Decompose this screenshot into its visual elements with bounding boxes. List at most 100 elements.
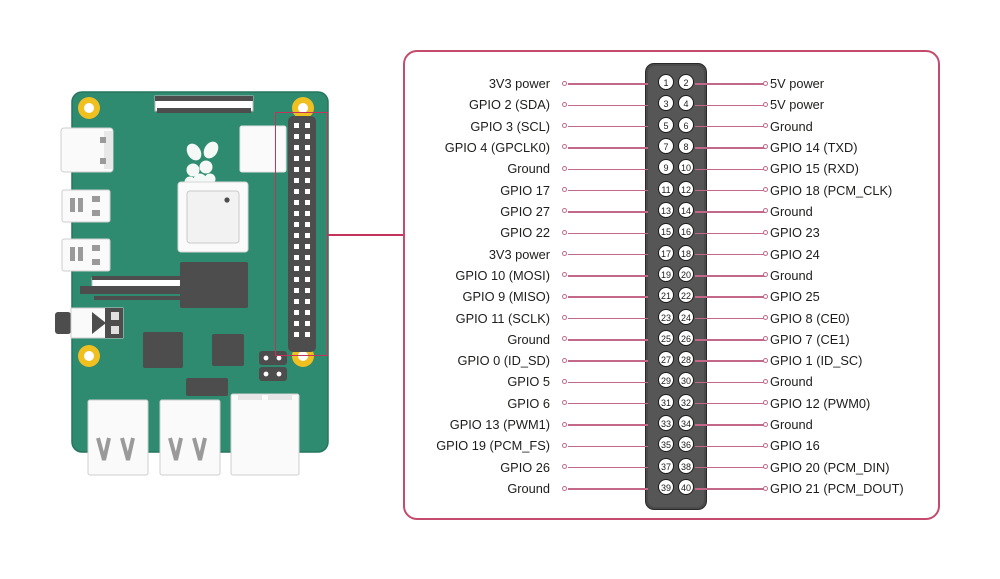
pin-dot-left — [562, 229, 567, 235]
pin-dot-right — [763, 187, 768, 193]
pin-number-even: 32 — [678, 393, 694, 410]
pin-lead-right — [695, 232, 765, 234]
av-jack-port — [55, 307, 124, 339]
pin-label-left: Ground — [507, 161, 550, 177]
pin-number-odd: 23 — [658, 308, 674, 325]
pin-dot-left — [562, 293, 567, 299]
micro-hdmi-port-1 — [61, 238, 111, 272]
pin-label-right: Ground — [770, 118, 813, 134]
pin-dot-left — [562, 123, 567, 129]
pin-number-even: 40 — [678, 479, 694, 496]
usb-2-ports — [87, 399, 149, 476]
pin-number-odd: 7 — [658, 137, 674, 154]
pin-number-odd: 21 — [658, 287, 674, 304]
pin-lead-left — [568, 488, 648, 490]
pin-number-even: 24 — [678, 308, 694, 325]
pin-lead-right — [695, 275, 765, 277]
pin-lead-left — [568, 253, 648, 256]
pin-label-right: GPIO 24 — [770, 246, 820, 262]
pin-number-even: 30 — [678, 372, 694, 389]
pin-dot-left — [562, 442, 567, 448]
pin-dot-left — [562, 80, 567, 86]
pin-lead-right — [695, 445, 765, 448]
pin-dot-left — [562, 208, 567, 214]
pin-number-pair: 9 10 — [648, 159, 704, 179]
pin-dot-left — [562, 336, 567, 342]
pin-label-right: GPIO 25 — [770, 289, 820, 305]
pin-number-even: 12 — [678, 180, 694, 197]
pin-label-right: 5V power — [770, 97, 825, 113]
pin-dot-right — [763, 229, 768, 235]
pin-number-odd: 13 — [658, 201, 674, 218]
pin-lead-right — [695, 125, 765, 128]
pin-number-pair: 11 12 — [648, 180, 704, 201]
pin-number-odd: 9 — [658, 159, 674, 176]
pin-label-left: GPIO 0 (ID_SD) — [457, 353, 550, 369]
pin-label-left: GPIO 11 (SCLK) — [455, 310, 550, 326]
pin-label-left: GPIO 13 (PWM1) — [449, 417, 550, 433]
pin-lead-left — [568, 104, 648, 106]
pin-label-right: Ground — [770, 203, 813, 219]
pin-lead-left — [568, 232, 648, 234]
pin-label-left: GPIO 22 — [500, 225, 550, 241]
usb-controller-chip — [143, 332, 183, 368]
pin-lead-right — [695, 189, 765, 192]
pin-lead-left — [568, 147, 648, 149]
pin-dot-left — [562, 357, 567, 363]
pin-label-right: GPIO 12 (PWM0) — [770, 395, 871, 411]
pin-dot-left — [562, 485, 567, 491]
pin-number-odd: 11 — [658, 180, 674, 197]
pin-number-pair: 39 40 — [648, 479, 704, 499]
pin-label-left: GPIO 3 (SCL) — [470, 118, 550, 134]
pin-number-pair: 12 — [648, 74, 704, 94]
mount-hole-top-left — [78, 97, 100, 119]
pin-label-left: GPIO 10 (MOSI) — [455, 267, 550, 283]
pin-dot-right — [763, 101, 768, 107]
ethernet-port — [230, 393, 300, 476]
pin-number-pair: 29 30 — [648, 372, 704, 392]
pin-number-even: 4 — [678, 95, 694, 112]
pin-number-odd: 1 — [658, 74, 674, 90]
pin-number-pair: 35 36 — [648, 436, 704, 456]
pin-label-right: GPIO 15 (RXD) — [770, 161, 859, 177]
pin-number-odd: 37 — [658, 457, 674, 474]
pin-label-right: GPIO 7 (CE1) — [770, 331, 850, 347]
pin-lead-left — [568, 83, 648, 85]
pin-number-odd: 19 — [658, 265, 674, 282]
small-component — [186, 378, 228, 396]
pin-dot-left — [562, 421, 567, 427]
pin-dot-right — [763, 251, 768, 257]
pin-number-even: 16 — [678, 223, 694, 240]
pin-lead-left — [568, 339, 648, 341]
pin-dot-right — [763, 208, 768, 214]
pin-number-even: 28 — [678, 351, 694, 368]
pin-dot-left — [562, 251, 567, 257]
pin-dot-left — [562, 144, 567, 150]
pin-lead-right — [695, 83, 765, 85]
pin-dot-left — [562, 378, 567, 384]
pin-lead-left — [568, 168, 648, 170]
pin-number-odd: 27 — [658, 351, 674, 368]
pin-number-even: 22 — [678, 287, 694, 304]
pin-number-odd: 15 — [658, 223, 674, 240]
pin-lead-right — [695, 168, 765, 170]
pin-dot-right — [763, 336, 768, 342]
pin-label-right: GPIO 8 (CE0) — [770, 310, 850, 326]
pin-dot-right — [763, 378, 768, 384]
pin-lead-right — [695, 488, 765, 490]
pin-label-left: GPIO 4 (GPCLK0) — [444, 139, 550, 155]
pin-label-right: GPIO 14 (TXD) — [770, 139, 858, 155]
pin-dot-right — [763, 464, 768, 470]
pin-lead-left — [568, 360, 648, 362]
pin-dot-left — [562, 101, 567, 107]
pin-lead-right — [695, 339, 765, 341]
pin-number-pair: 23 24 — [648, 308, 704, 329]
pin-dot-right — [763, 421, 768, 427]
usb-c-power-port — [60, 127, 114, 173]
pin-dot-right — [763, 123, 768, 129]
pin-label-right: GPIO 20 (PCM_DIN) — [770, 459, 890, 475]
power-chip — [212, 334, 244, 366]
pin-lead-right — [695, 317, 765, 320]
pin-label-left: GPIO 27 — [500, 203, 550, 219]
pin-label-left: GPIO 9 (MISO) — [462, 289, 550, 305]
